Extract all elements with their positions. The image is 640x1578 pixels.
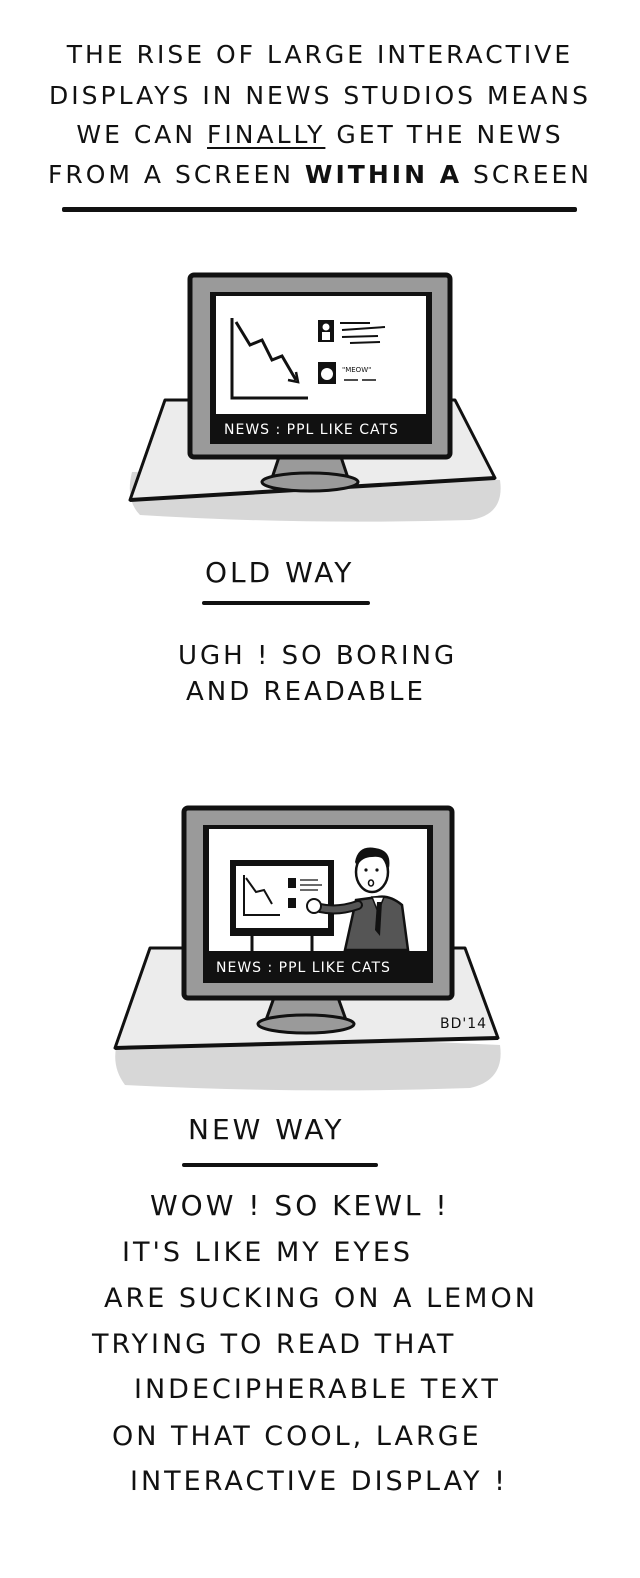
new-way-caption-line-2: IT'S LIKE MY EYES [122, 1237, 414, 1268]
new-way-heading-underline [182, 1163, 378, 1167]
new-way-caption-line-6: ON THAT COOL, LARGE [112, 1421, 482, 1452]
old-screen-meow: "MEOW" [342, 366, 371, 374]
new-way-heading: NEW WAY [188, 1113, 345, 1146]
studio-photo-cat [288, 898, 296, 908]
old-way-caption-line-1: UGH ! SO BORING [178, 641, 458, 671]
new-way-caption-line-4: TRYING TO READ THAT [92, 1329, 457, 1360]
old-monitor-screen [216, 296, 426, 414]
studio-photo-person [288, 878, 296, 888]
presenter-hand [306, 898, 322, 914]
new-monitor-base [256, 1013, 356, 1035]
new-way-caption-line-5: INDECIPHERABLE TEXT [134, 1374, 501, 1405]
old-ticker-text: NEWS : PPL LIKE CATS [224, 422, 399, 438]
new-way-caption-line-1: WOW ! SO KEWL ! [150, 1189, 450, 1222]
old-way-caption-line-2: AND READABLE [186, 677, 426, 707]
comic-strip: THE RISE OF LARGE INTERACTIVE DISPLAYS I… [0, 0, 640, 1578]
old-way-monitor-illustration: "MEOW" NEWS : PPL LIKE CATS [128, 272, 501, 522]
old-way-heading-underline [202, 601, 370, 605]
old-monitor-base [260, 471, 360, 493]
new-way-monitor-illustration: NEWS : PPL LIKE CATS [113, 805, 501, 1091]
new-way-caption-line-3: ARE SUCKING ON A LEMON [104, 1283, 538, 1314]
studio-display-screen [236, 866, 328, 928]
new-ticker-text: NEWS : PPL LIKE CATS [216, 960, 391, 976]
new-way-caption-line-7: INTERACTIVE DISPLAY ! [130, 1466, 508, 1497]
artist-signature: BD'14 [440, 1016, 488, 1032]
old-way-heading: OLD WAY [205, 556, 355, 589]
